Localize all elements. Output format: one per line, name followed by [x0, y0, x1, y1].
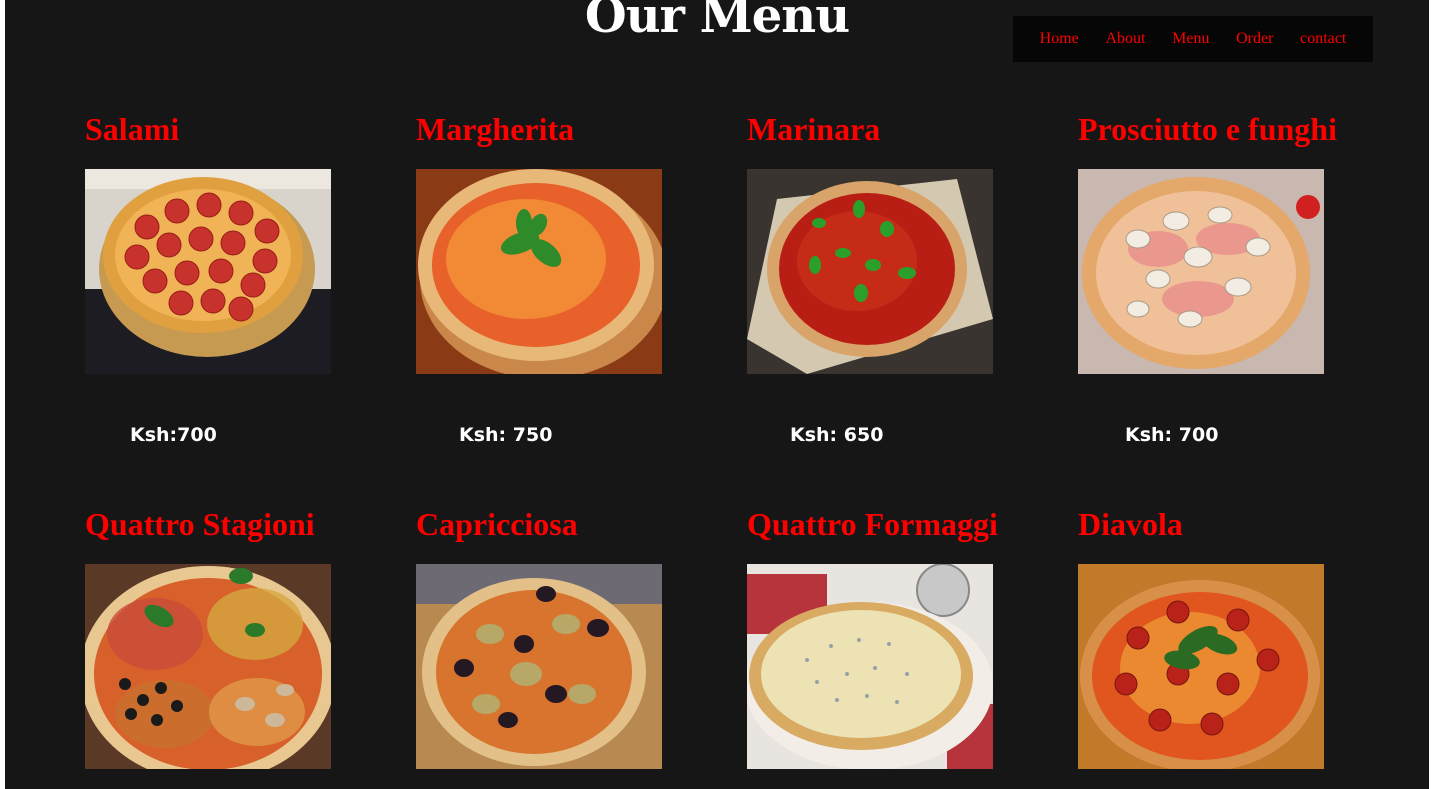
- menu-item-name: Quattro Formaggi: [747, 506, 998, 542]
- menu-item-price: Ksh:700: [130, 424, 217, 446]
- nav-menu-link[interactable]: Menu: [1172, 30, 1209, 48]
- salami-pizza-image: [85, 169, 331, 374]
- menu-item-name: Quattro Stagioni: [85, 506, 315, 542]
- diavola-pizza-image: [1078, 564, 1324, 769]
- quattro-stagioni-pizza-image: [85, 564, 331, 769]
- menu-item-quattro-formaggi: Quattro Formaggi: [747, 504, 1047, 769]
- menu-item-capricciosa: Capricciosa: [416, 504, 716, 769]
- top-navigation: Home About Menu Order contact: [1013, 16, 1373, 62]
- menu-item-quattro-stagioni: Quattro Stagioni: [85, 504, 385, 769]
- menu-item-name: Marinara: [747, 111, 881, 147]
- menu-item-price: Ksh: 750: [459, 424, 553, 446]
- quattro-formaggi-pizza-image: [747, 564, 993, 769]
- prosciutto-funghi-pizza-image: [1078, 169, 1324, 374]
- menu-item-name: Salami: [85, 111, 180, 147]
- nav-contact-link[interactable]: contact: [1300, 30, 1346, 48]
- menu-item-name: Prosciutto e funghi: [1078, 111, 1337, 147]
- capricciosa-pizza-image: [416, 564, 662, 769]
- menu-item-marinara: Marinara Ksh: 650: [747, 109, 1047, 446]
- nav-order-link[interactable]: Order: [1236, 30, 1273, 48]
- menu-item-price: Ksh: 650: [790, 424, 884, 446]
- menu-item-margherita: Margherita Ksh: 750: [416, 109, 716, 446]
- menu-item-prosciutto-e-funghi: Prosciutto e funghi Ksh: 700: [1078, 109, 1378, 446]
- menu-item-salami: Salami Ksh:700: [85, 109, 385, 446]
- menu-item-name: Margherita: [416, 111, 575, 147]
- menu-item-price: Ksh: 700: [1125, 424, 1219, 446]
- margherita-pizza-image: [416, 169, 662, 374]
- nav-about-link[interactable]: About: [1105, 30, 1145, 48]
- menu-item-name: Diavola: [1078, 506, 1183, 542]
- nav-home-link[interactable]: Home: [1040, 30, 1079, 48]
- marinara-pizza-image: [747, 169, 993, 374]
- menu-item-name: Capricciosa: [416, 506, 578, 542]
- page: Our Menu Home About Menu Order contact S…: [5, 0, 1429, 789]
- menu-item-diavola: Diavola: [1078, 504, 1378, 769]
